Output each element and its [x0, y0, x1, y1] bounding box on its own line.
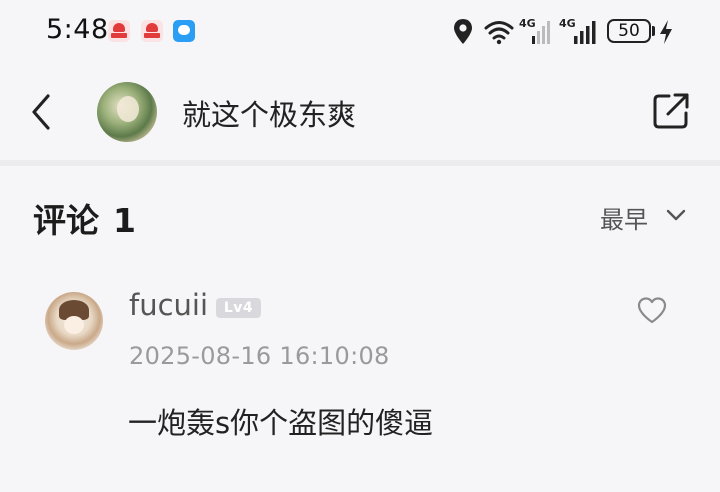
signal-icon: 4G: [519, 17, 550, 44]
page-title[interactable]: 就这个极东爽: [182, 92, 356, 134]
back-chevron-icon[interactable]: [28, 92, 56, 132]
commenter-avatar[interactable]: [45, 292, 103, 350]
top-nav-bar: 就这个极东爽: [0, 64, 720, 160]
location-icon: [454, 19, 472, 44]
comment-text: 一炮轰s你个盗图的傻逼: [128, 406, 434, 440]
comment-timestamp: 2025-08-16 16:10:08: [129, 342, 390, 370]
commenter-username[interactable]: fucuii: [129, 288, 208, 322]
charging-bolt-icon: [660, 20, 672, 44]
svg-text:4G: 4G: [519, 17, 536, 30]
app-notification-icon: [141, 20, 163, 42]
share-external-icon[interactable]: [651, 91, 691, 131]
battery-icon: 50: [607, 19, 651, 43]
comments-heading-label: 评论: [33, 201, 99, 240]
like-heart-icon[interactable]: [636, 296, 668, 324]
battery-tip: [652, 26, 655, 36]
level-badge: Lv4: [216, 298, 261, 318]
post-author-avatar[interactable]: [97, 82, 157, 142]
svg-text:4G: 4G: [559, 17, 576, 30]
signal-icon: 4G: [559, 17, 596, 44]
app-notification-icon: [108, 20, 130, 42]
wifi-icon: [484, 21, 514, 45]
sort-dropdown[interactable]: 最早: [600, 200, 648, 235]
comments-count: 1: [113, 201, 136, 240]
message-notification-icon: [173, 20, 195, 42]
comments-section: 评论 1 最早 fucuii Lv4 2025-08-16 16:10:08 一炮…: [0, 166, 720, 492]
chevron-down-icon[interactable]: [666, 208, 686, 222]
status-bar: 5:48 4G 4G 50: [0, 0, 720, 64]
comments-heading: 评论 1: [33, 194, 136, 242]
status-time: 5:48: [46, 14, 109, 45]
